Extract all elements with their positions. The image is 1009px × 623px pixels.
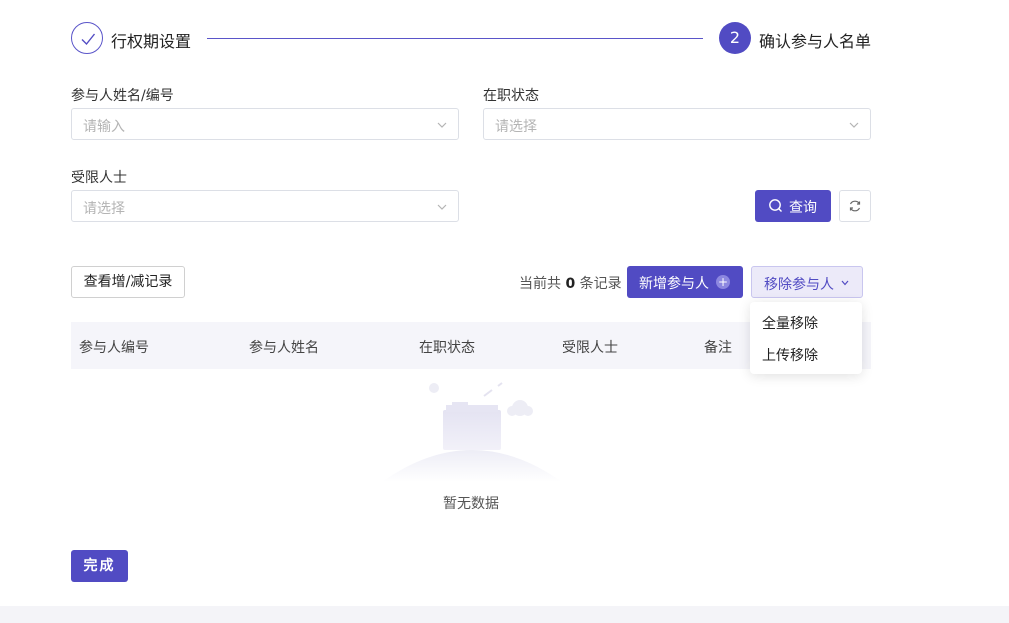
plus-circle-icon: + [716,275,730,289]
employment-status-label: 在职状态 [483,88,539,104]
step-connector [207,38,703,39]
step-2-number: 2 [719,22,751,54]
record-count: 当前共 0 条记录 [519,273,622,293]
footer-strip [0,606,1009,623]
menu-item-upload-remove[interactable]: 上传移除 [762,345,818,365]
step-done-check-icon [71,22,103,54]
chevron-down-icon [841,280,849,286]
column-remarks: 备注 [704,340,732,356]
query-button[interactable]: 查询 [755,190,831,222]
chevron-down-icon [437,204,447,210]
remove-participant-button[interactable]: 移除参与人 [751,266,863,298]
search-icon [769,199,782,212]
count-prefix: 当前共 [519,276,561,292]
column-participant-id: 参与人编号 [79,340,149,356]
column-restricted: 受限人士 [562,340,618,356]
reset-button[interactable] [839,190,871,222]
count-suffix: 条记录 [579,276,622,292]
chevron-down-icon [849,122,859,128]
empty-box-illustration [382,382,562,482]
add-participant-label: 新增参与人 [639,276,709,292]
restricted-placeholder: 请选择 [83,201,125,217]
participant-filter-label: 参与人姓名/编号 [71,88,174,104]
chevron-down-icon [437,122,447,128]
restricted-select[interactable]: 请选择 [71,190,459,222]
remove-participant-label: 移除参与人 [764,277,834,293]
participant-input-placeholder: 请输入 [83,119,125,135]
participant-input[interactable]: 请输入 [71,108,459,140]
add-participant-button[interactable]: 新增参与人 + [627,266,743,298]
empty-state-text: 暂无数据 [443,496,499,512]
step-2-label: 确认参与人名单 [759,32,872,51]
view-change-log-button[interactable]: 查看增/减记录 [71,266,185,298]
refresh-icon [849,200,861,212]
restricted-label: 受限人士 [71,170,127,186]
employment-status-placeholder: 请选择 [495,119,537,135]
step-1-label: 行权期设置 [111,32,192,51]
employment-status-select[interactable]: 请选择 [483,108,871,140]
menu-item-remove-all[interactable]: 全量移除 [762,313,818,333]
query-button-label: 查询 [789,200,817,216]
remove-dropdown-menu: 全量移除 上传移除 [750,302,862,374]
steps-bar: 行权期设置 2 确认参与人名单 [71,22,871,54]
count-value: 0 [565,276,576,292]
column-employment-status: 在职状态 [419,340,475,356]
done-button[interactable]: 完成 [71,550,128,582]
column-participant-name: 参与人姓名 [249,340,319,356]
